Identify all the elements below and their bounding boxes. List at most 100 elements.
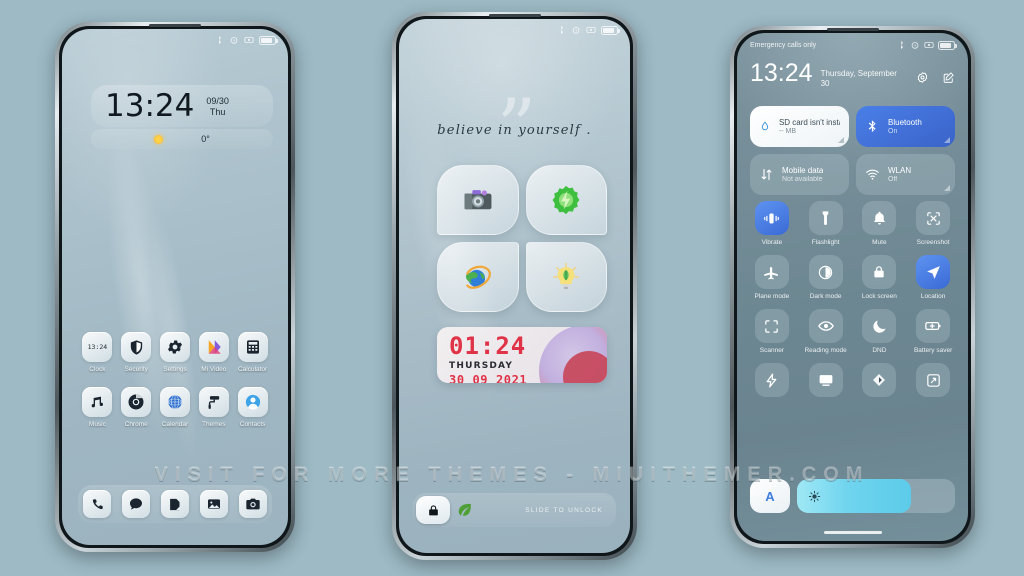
message-bubble-icon[interactable] <box>122 490 151 518</box>
dock <box>78 485 272 523</box>
toggle-vibrate[interactable]: Vibrate <box>750 201 794 246</box>
toggle-lightning[interactable] <box>750 363 794 401</box>
toggle-screenshot[interactable]: Screenshot <box>911 201 955 246</box>
app-music[interactable]: Music <box>78 387 117 428</box>
settings-gear-icon[interactable] <box>916 71 929 84</box>
digital-clock-weekday: THURSDAY <box>449 361 514 371</box>
toggle-location[interactable]: Location <box>911 255 955 300</box>
app-clock[interactable]: 13:24 Clock <box>78 332 117 373</box>
phone-lock-screen: ” believe in yourself . 01:24 THURSDAY 3… <box>392 12 637 560</box>
app-themes[interactable]: Themes <box>194 387 233 428</box>
app-settings[interactable]: Settings <box>156 332 195 373</box>
app-mi-video[interactable]: Mi Video <box>194 332 233 373</box>
slide-hint-text: SLIDE TO UNLOCK <box>525 506 603 514</box>
earpiece-speaker <box>826 28 879 31</box>
toggle-rotate[interactable] <box>911 363 955 401</box>
bluetooth-icon <box>868 120 876 133</box>
home-indicator[interactable] <box>823 531 882 534</box>
alarm-icon <box>572 27 580 34</box>
wallpaper-showcase: 13:24 09/30 Thu 0° 13:24 Clock Security … <box>0 0 1024 576</box>
scan-frame-icon <box>754 309 789 343</box>
tile-mobile-data[interactable]: Mobile data Not available <box>750 154 849 195</box>
flashlight-icon <box>808 201 843 235</box>
contrast-icon <box>808 255 843 289</box>
control-center: Emergency calls only 13:24 Thursday, Sep… <box>737 33 968 541</box>
contact-avatar-icon <box>237 387 268 417</box>
clock-icon: 13:24 <box>82 332 113 362</box>
weather-widget[interactable]: 0° <box>91 129 273 149</box>
shortcut-optimizer[interactable] <box>525 165 607 235</box>
app-security[interactable]: Security <box>117 332 156 373</box>
slide-to-unlock-bar[interactable]: SLIDE TO UNLOCK <box>413 493 616 527</box>
app-grid: 13:24 Clock Security Settings Mi Video C… <box>78 332 272 428</box>
clock-widget[interactable]: 13:24 09/30 Thu <box>91 85 273 127</box>
app-label: Clock <box>89 366 106 373</box>
tile-expand-corner[interactable] <box>944 137 950 143</box>
toggle-scanner[interactable]: Scanner <box>750 309 794 354</box>
phone-control-center: Emergency calls only 13:24 Thursday, Sep… <box>730 26 975 548</box>
gallery-icon[interactable] <box>199 490 228 518</box>
toggle-label: Mute <box>872 239 887 246</box>
shortcut-camera[interactable] <box>437 165 519 235</box>
shortcut-ideas[interactable] <box>525 242 607 312</box>
toggle-battery-saver[interactable]: Battery saver <box>911 309 955 354</box>
app-label: Security <box>124 366 148 373</box>
app-chrome[interactable]: Chrome <box>117 387 156 428</box>
notes-icon[interactable] <box>160 490 189 518</box>
shortcut-icons <box>437 165 607 312</box>
toggle-label: Plane mode <box>754 293 790 300</box>
auto-brightness-button[interactable]: A <box>750 479 790 513</box>
digital-clock-widget[interactable]: 01:24 THURSDAY 30 09 2021 <box>437 327 607 383</box>
gear-lightning-icon <box>552 185 580 215</box>
eye-icon <box>808 309 843 343</box>
big-tile-grid: SD card isn't installed -- MB Bluetooth … <box>750 106 955 195</box>
screen-record-icon <box>586 27 596 33</box>
earpiece-speaker <box>149 24 201 27</box>
toggle-lock-screen[interactable]: Lock screen <box>858 255 902 300</box>
toggle-nfc[interactable] <box>858 363 902 401</box>
tile-expand-corner[interactable] <box>944 185 950 191</box>
clock-weekday: Thu <box>209 106 226 117</box>
shortcut-browser[interactable] <box>437 242 519 312</box>
lightning-icon <box>754 363 789 397</box>
bluetooth-icon <box>219 35 222 45</box>
app-contacts[interactable]: Contacts <box>233 387 272 428</box>
toggle-dnd[interactable]: DND <box>858 309 902 354</box>
tile-expand-corner[interactable] <box>838 137 844 143</box>
tile-sub: Not available <box>782 176 823 183</box>
clock-date-block: 09/30 Thu <box>206 96 229 117</box>
brightness-slider[interactable] <box>797 479 955 513</box>
toggle-label: Screenshot <box>916 239 950 246</box>
lock-icon[interactable] <box>416 496 450 524</box>
tile-bluetooth[interactable]: Bluetooth On <box>856 106 955 147</box>
clock-date: 09/30 <box>206 95 229 106</box>
padlock-icon <box>862 255 897 289</box>
earpiece-speaker <box>488 14 541 17</box>
app-calculator[interactable]: Calculator <box>233 332 272 373</box>
toggle-cast[interactable] <box>804 363 848 401</box>
toggle-mute[interactable]: Mute <box>858 201 902 246</box>
toggle-plane-mode[interactable]: Plane mode <box>750 255 794 300</box>
sun-icon <box>154 134 164 144</box>
app-calendar[interactable]: Calendar <box>156 387 195 428</box>
digital-clock-time: 01:24 <box>449 332 527 360</box>
phone-icon[interactable] <box>83 490 112 518</box>
toggle-flashlight[interactable]: Flashlight <box>804 201 848 246</box>
tile-wlan[interactable]: WLAN Off <box>856 154 955 195</box>
toggle-label: Battery saver <box>913 347 953 354</box>
brightness-slider-fill <box>797 479 911 513</box>
camera-icon[interactable] <box>238 490 267 518</box>
music-note-icon <box>82 387 113 417</box>
quote-block: ” believe in yourself . <box>399 89 630 167</box>
edit-icon[interactable] <box>942 71 955 84</box>
tile-sd-card[interactable]: SD card isn't installed -- MB <box>750 106 849 147</box>
digital-clock-date: 30 09 2021 <box>449 373 528 383</box>
tile-sub: Off <box>888 176 898 183</box>
screen-record-icon <box>924 42 934 48</box>
toggle-dark-mode[interactable]: Dark mode <box>804 255 848 300</box>
toggle-reading-mode[interactable]: Reading mode <box>804 309 848 354</box>
cc-header: 13:24 Thursday, September 30 <box>750 61 955 89</box>
cc-status-bar: Emergency calls only <box>750 33 957 57</box>
tile-sub: -- MB <box>778 128 797 135</box>
app-label: Mi Video <box>201 366 227 373</box>
